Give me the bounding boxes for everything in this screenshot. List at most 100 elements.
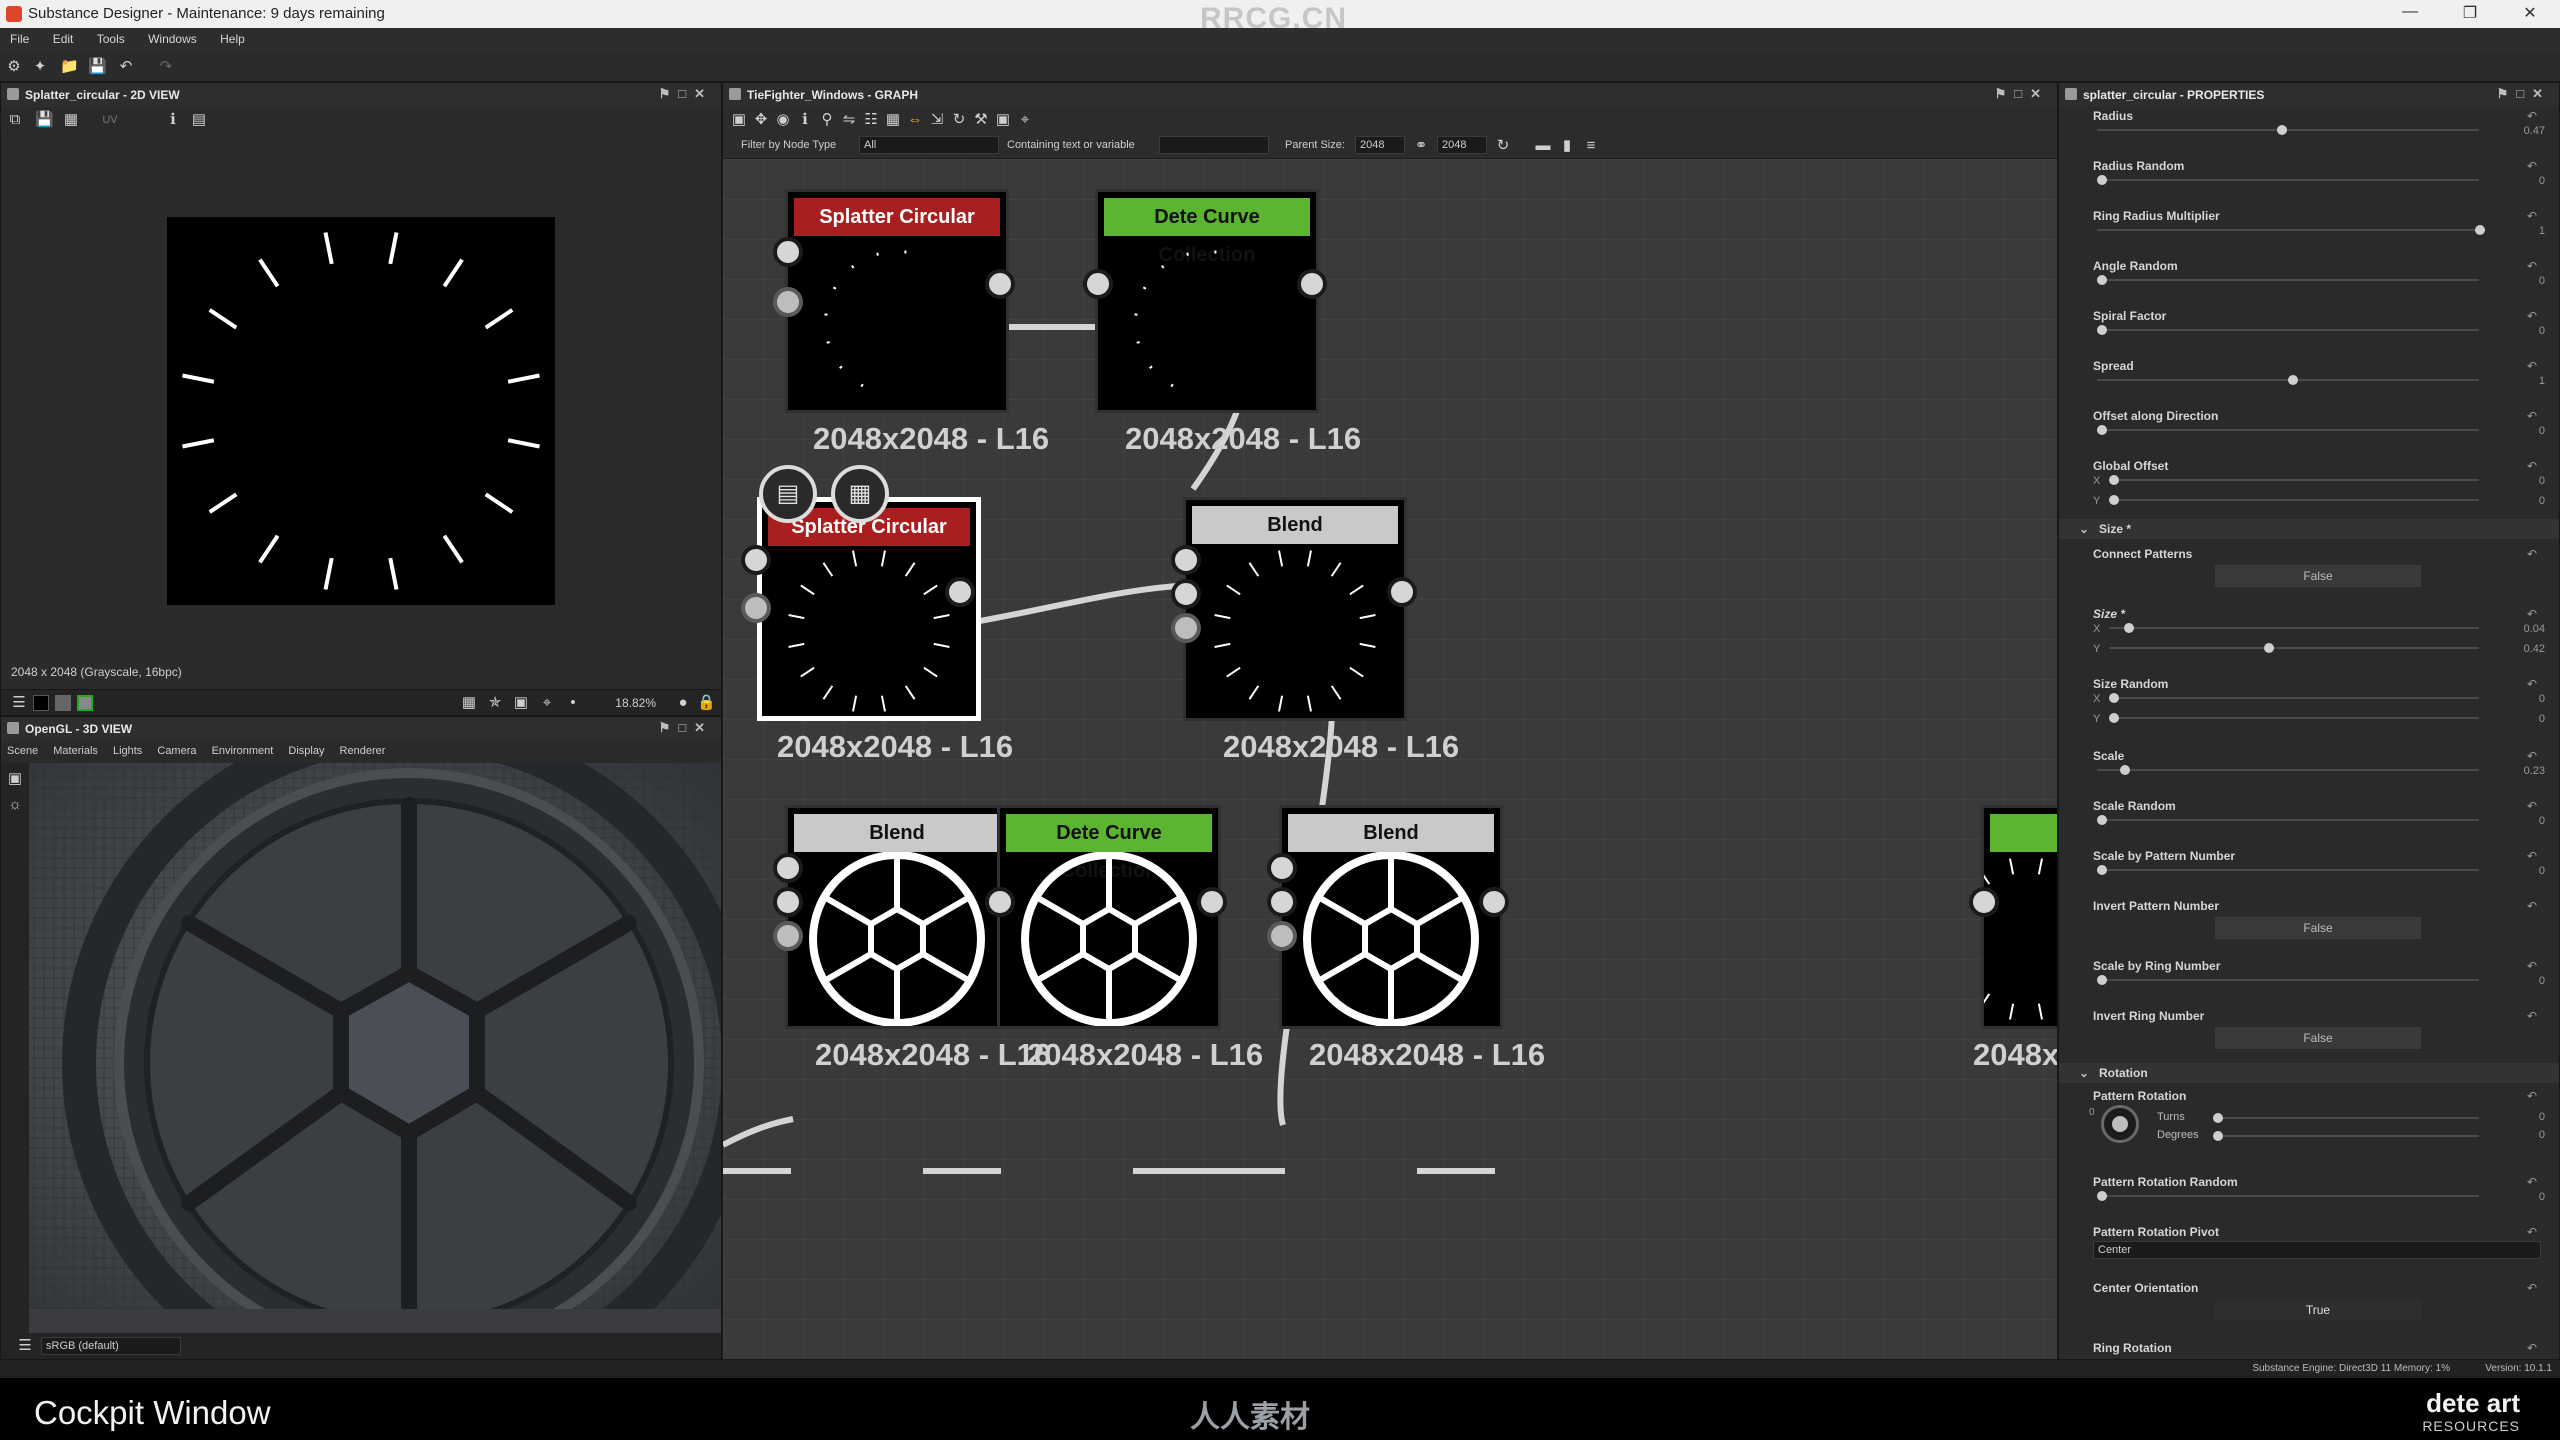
prop-value[interactable]: 0 [2539,275,2545,287]
slider-knob[interactable] [2288,375,2298,385]
slider-knob[interactable] [2097,1191,2107,1201]
reset-icon[interactable]: ↶ [2527,409,2537,423]
reset-icon[interactable]: ↶ [2527,309,2537,323]
slider-knob[interactable] [2213,1113,2223,1123]
graph-node-blend[interactable]: Blend [785,805,1009,1029]
panel-buttons[interactable]: ⚑□✕ [659,720,713,736]
prop-value[interactable]: 0 [2539,475,2545,487]
node-input-port[interactable] [1267,921,1297,951]
node-doc-button[interactable]: ▤ [759,465,817,523]
parent-size-width[interactable]: 2048 [1355,136,1405,154]
undo-icon[interactable]: ↶ [118,59,134,75]
panel-buttons[interactable]: ⚑□✕ [2497,86,2551,102]
scale-random-slider[interactable] [2097,815,2479,825]
node-output-port[interactable] [945,577,975,607]
menu-display[interactable]: Display [282,741,330,761]
menu-help[interactable]: Help [210,28,255,50]
prop-value[interactable]: 0 [2539,1111,2545,1123]
node-input-port[interactable] [773,237,803,267]
crosshair-icon[interactable]: ⌖ [539,695,555,711]
slider-knob[interactable] [2097,275,2107,285]
node-input-port[interactable] [773,853,803,883]
slider-knob[interactable] [2109,693,2119,703]
comment-icon[interactable]: ▦ [885,112,901,128]
node-input-port[interactable] [1083,269,1113,299]
slider-knob[interactable] [2264,643,2275,653]
new-graph-icon[interactable]: ✦ [32,59,48,75]
prop-value[interactable]: 0 [2539,1191,2545,1203]
3d-viewport[interactable] [29,763,721,1333]
reset-icon[interactable]: ↶ [2527,547,2537,561]
node-input-port[interactable] [1171,613,1201,643]
reset-icon[interactable]: ↶ [2527,109,2537,123]
graph-node-splatter-circular-selected[interactable]: Splatter Circular [757,497,981,721]
turns-slider[interactable] [2213,1113,2479,1123]
menu-file[interactable]: File [0,28,39,50]
ring-radius-slider[interactable] [2097,225,2486,235]
move-icon[interactable]: ✥ [753,112,769,128]
frame-selection-icon[interactable]: ▣ [995,112,1011,128]
scale-by-pattern-slider[interactable] [2097,865,2479,875]
size-y-slider[interactable] [2109,643,2479,653]
colorspace-select[interactable]: sRGB (default) [41,1337,181,1355]
graph-node-blend[interactable]: Blend [1279,805,1503,1029]
size-random-x-slider[interactable] [2109,693,2479,703]
prop-value[interactable]: 0 [2539,975,2545,987]
prop-value[interactable]: 0 [2539,175,2545,187]
close-window-button[interactable]: ✕ [2510,3,2550,25]
slider-knob[interactable] [2097,865,2107,875]
rotation-section-header[interactable]: ⌄ Rotation [2059,1063,2559,1083]
gray-bg-icon[interactable] [55,695,71,711]
tool-icon[interactable]: ⚒ [973,112,989,128]
graph-node-dete-curve-collection[interactable]: Dete Curve Collection [1095,189,1319,413]
slider-knob[interactable] [2109,713,2119,723]
menu-camera[interactable]: Camera [151,741,202,761]
node-input-port[interactable] [1171,579,1201,609]
spiral-factor-slider[interactable] [2097,325,2479,335]
prop-value[interactable]: 0.42 [2524,643,2545,655]
prop-value[interactable]: 0 [2539,713,2545,725]
menu-lights[interactable]: Lights [107,741,148,761]
pin-icon[interactable]: ✯ [487,695,503,711]
radius-random-slider[interactable] [2097,175,2479,185]
offset-slider[interactable] [2097,425,2479,435]
text-filter-input[interactable] [1159,136,1269,154]
center-orientation-toggle[interactable]: True [2215,1299,2421,1321]
node-input-port[interactable] [1267,887,1297,917]
node-input-port[interactable] [1969,887,1999,917]
node-input-port[interactable] [741,545,771,575]
pin-icon[interactable]: ⇔ [907,112,923,128]
invert-ring-toggle[interactable]: False [2215,1027,2421,1049]
prop-value[interactable]: 0.47 [2524,125,2545,137]
reset-icon[interactable]: ↶ [2527,1341,2537,1355]
radius-slider[interactable] [2097,125,2479,135]
rotation-random-slider[interactable] [2097,1191,2479,1201]
light-icon[interactable]: ☼ [7,797,23,813]
angle-random-slider[interactable] [2097,275,2479,285]
slider-knob[interactable] [2119,765,2130,775]
save-image-icon[interactable]: 💾 [35,112,54,128]
panel-buttons[interactable]: ⚑□✕ [1995,86,2049,102]
prop-value[interactable]: 0 [2539,325,2545,337]
align-icon[interactable]: ☷ [863,112,879,128]
parent-size-height[interactable]: 2048 [1437,136,1487,154]
menu-windows[interactable]: Windows [138,28,207,50]
reset-size-icon[interactable]: ↻ [1495,138,1511,154]
refresh-icon[interactable]: ↻ [951,112,967,128]
reset-icon[interactable]: ↶ [2527,359,2537,373]
reset-icon[interactable]: ↶ [2527,1009,2537,1023]
reset-icon[interactable]: ↶ [2527,799,2537,813]
reset-icon[interactable]: ↶ [2527,1089,2537,1103]
slider-knob[interactable] [2097,815,2107,825]
menu-edit[interactable]: Edit [43,28,84,50]
link-icon[interactable]: ⇋ [841,112,857,128]
panel-buttons[interactable]: ⚑□✕ [659,86,713,102]
connect-patterns-toggle[interactable]: False [2215,565,2421,587]
scale-slider[interactable] [2097,765,2479,775]
fit-icon[interactable]: ▣ [513,695,529,711]
search-icon[interactable]: ⚲ [819,112,835,128]
splatter-preview-canvas[interactable] [167,217,555,605]
slider-knob[interactable] [2097,175,2107,185]
node-input-port[interactable] [741,593,771,623]
menu-scene[interactable]: Scene [1,741,44,761]
